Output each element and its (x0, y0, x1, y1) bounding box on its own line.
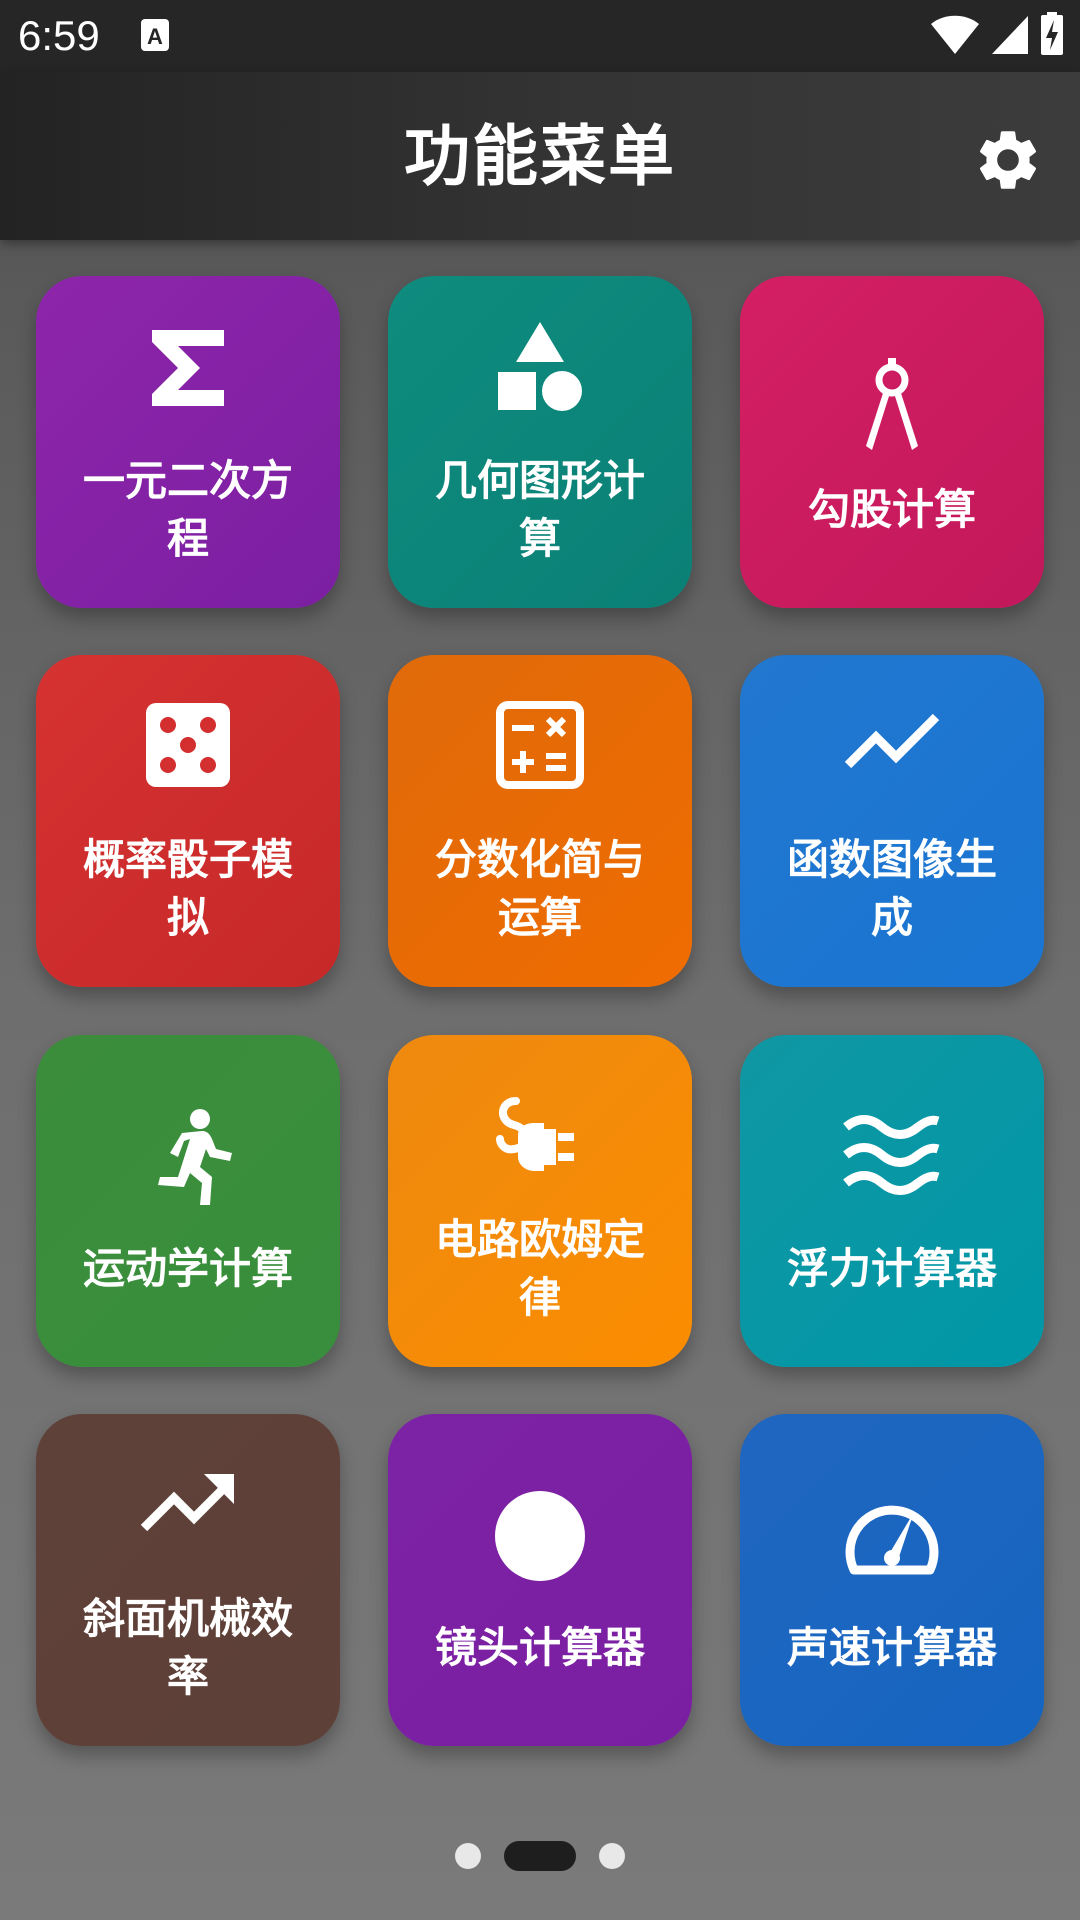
tile-label: 声速计算器 (786, 1623, 997, 1672)
tile-quadratic-equation[interactable]: 一元二次方 程 (36, 276, 340, 608)
status-time: 6:59 (18, 12, 100, 59)
tile-kinematics[interactable]: 运动学计算 (36, 1035, 340, 1367)
tile-label: 运动学计算 (82, 1244, 293, 1293)
dice-icon (138, 695, 238, 795)
line-chart-icon (842, 695, 942, 795)
speedometer-icon (842, 1486, 942, 1586)
tile-label: 勾股计算 (807, 485, 976, 534)
tile-label: 函数图像生 成 (786, 835, 997, 942)
tile-label: 斜面机械效 率 (82, 1594, 293, 1701)
tile-pythagorean[interactable]: 勾股计算 (740, 276, 1044, 608)
tile-incline-efficiency[interactable]: 斜面机械效 率 (36, 1414, 340, 1746)
page-dot-1[interactable] (455, 1843, 481, 1869)
tile-fraction-calc[interactable]: 分数化简与 运算 (388, 655, 692, 987)
tile-label: 镜头计算器 (434, 1623, 645, 1672)
sigma-icon (138, 318, 238, 418)
tile-label: 概率骰子模 拟 (82, 835, 293, 942)
power-plug-icon (490, 1085, 590, 1185)
tile-label: 电路欧姆定 律 (434, 1215, 645, 1322)
page-title: 功能菜单 (404, 118, 676, 195)
tile-label: 几何图形计 算 (434, 456, 645, 563)
tile-buoyancy[interactable]: 浮力计算器 (740, 1035, 1044, 1367)
status-bar: 6:59 A (0, 0, 1080, 72)
tile-function-graph[interactable]: 函数图像生 成 (740, 655, 1044, 987)
tile-lens-calc[interactable]: 镜头计算器 (388, 1414, 692, 1746)
calculator-icon (490, 695, 590, 795)
trending-up-icon (138, 1454, 238, 1554)
page-dot-2-active[interactable] (504, 1841, 576, 1871)
settings-button[interactable] (972, 124, 1044, 196)
gear-icon (979, 131, 1037, 189)
tile-sound-speed[interactable]: 声速计算器 (740, 1414, 1044, 1746)
page-dot-3[interactable] (599, 1843, 625, 1869)
waves-icon (842, 1107, 942, 1207)
tile-dice-probability[interactable]: 概率骰子模 拟 (36, 655, 340, 987)
notification-a-icon: A (140, 18, 170, 52)
running-person-icon (138, 1107, 238, 1207)
shapes-icon (490, 316, 590, 416)
app-bar: 功能菜单 (0, 72, 1080, 240)
circle-icon (490, 1486, 590, 1586)
page-indicator (0, 1841, 1080, 1871)
tile-ohms-law[interactable]: 电路欧姆定 律 (388, 1035, 692, 1367)
tile-label: 浮力计算器 (786, 1244, 997, 1293)
compass-icon (842, 354, 942, 454)
tile-label: 分数化简与 运算 (434, 835, 645, 942)
tile-label: 一元二次方 程 (82, 456, 293, 563)
tile-geometry[interactable]: 几何图形计 算 (388, 276, 692, 608)
svg-text:A: A (147, 24, 163, 49)
